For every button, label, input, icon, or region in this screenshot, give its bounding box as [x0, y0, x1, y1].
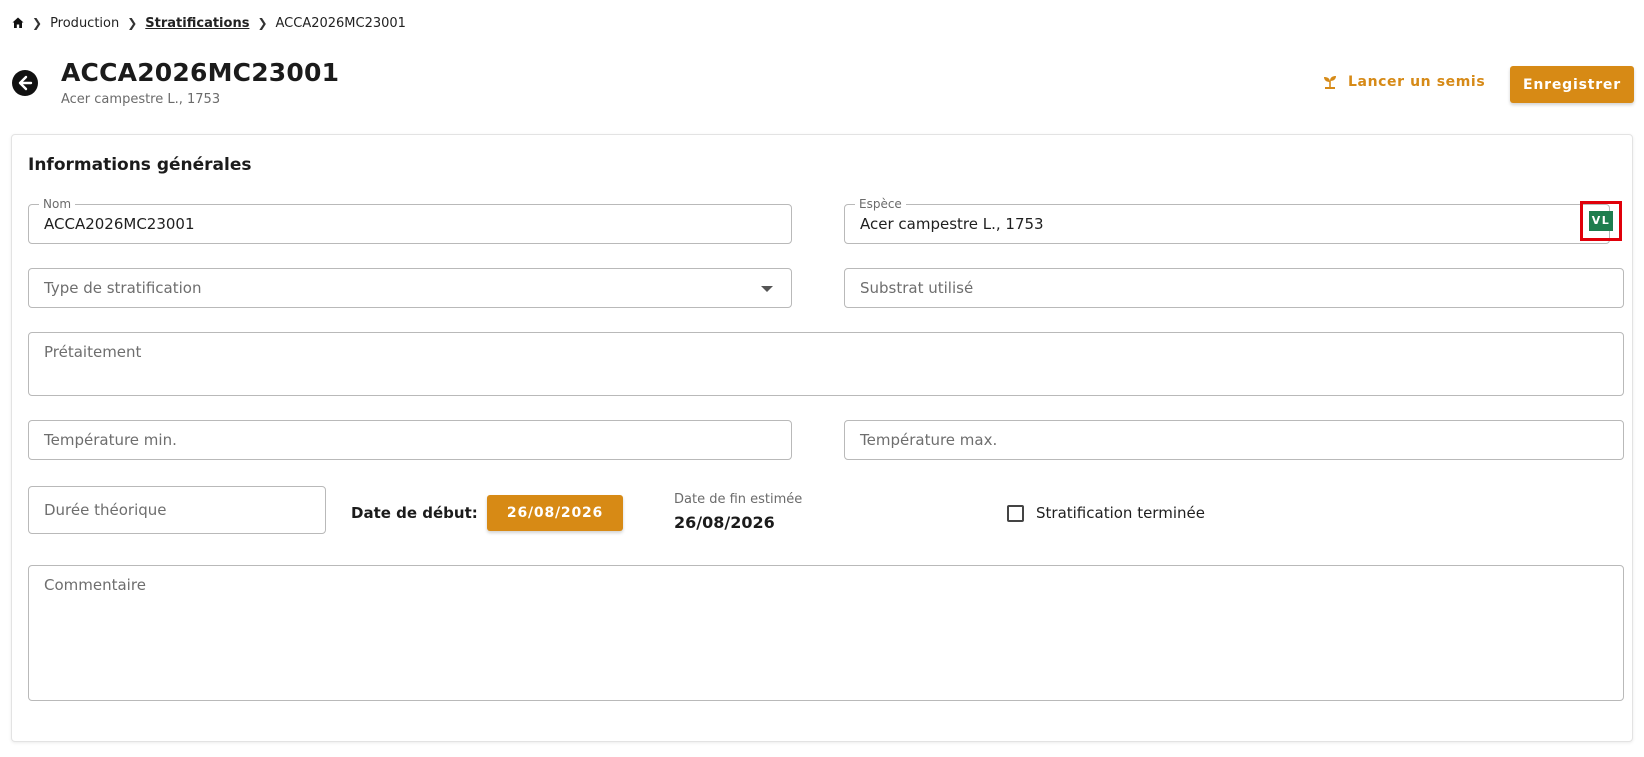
- breadcrumb-item-stratifications[interactable]: Stratifications: [145, 16, 249, 31]
- back-button[interactable]: [12, 70, 38, 96]
- temperature-min-field[interactable]: Température min.: [28, 420, 792, 460]
- duration-field[interactable]: Durée théorique: [28, 486, 326, 534]
- launch-sowing-label: Lancer un semis: [1348, 74, 1486, 90]
- substrate-field[interactable]: Substrat utilisé: [844, 268, 1624, 308]
- vl-badge-label: VL: [1588, 211, 1614, 231]
- temperature-min-placeholder: Température min.: [44, 431, 177, 449]
- species-field-label: Espèce: [855, 197, 906, 211]
- start-date-label: Date de début:: [351, 504, 478, 522]
- save-button[interactable]: Enregistrer: [1510, 66, 1634, 103]
- stratification-finished-label: Stratification terminée: [1036, 504, 1205, 522]
- name-field[interactable]: Nom ACCA2026MC23001: [28, 197, 792, 244]
- page-subtitle: Acer campestre L., 1753: [61, 92, 221, 107]
- comment-placeholder: Commentaire: [44, 576, 146, 594]
- section-title: Informations générales: [28, 155, 252, 175]
- species-field-value: Acer campestre L., 1753: [860, 215, 1044, 233]
- pretreatment-placeholder: Prétaitement: [44, 343, 142, 361]
- chevron-down-icon[interactable]: [761, 286, 773, 292]
- arrow-left-icon: [18, 75, 33, 91]
- page-title: ACCA2026MC23001: [61, 58, 340, 87]
- temperature-max-field[interactable]: Température max.: [844, 420, 1624, 460]
- species-field[interactable]: Espèce Acer campestre L., 1753: [844, 197, 1610, 244]
- vl-badge-button[interactable]: VL: [1580, 201, 1622, 241]
- home-icon[interactable]: [12, 17, 24, 29]
- name-field-label: Nom: [39, 197, 76, 211]
- general-info-card: Informations générales Nom ACCA2026MC230…: [11, 134, 1633, 742]
- launch-sowing-button[interactable]: Lancer un semis: [1322, 74, 1485, 90]
- duration-placeholder: Durée théorique: [44, 501, 167, 519]
- stratification-finished-checkbox[interactable]: [1007, 505, 1024, 522]
- stratification-type-select[interactable]: Type de stratification: [28, 268, 792, 308]
- breadcrumb-item-current: ACCA2026MC23001: [275, 15, 406, 31]
- chevron-right-icon: ❯: [257, 16, 268, 30]
- temperature-max-placeholder: Température max.: [860, 431, 998, 449]
- breadcrumb-item-production[interactable]: Production: [50, 16, 119, 31]
- seedling-icon: [1324, 76, 1336, 89]
- pretreatment-textarea[interactable]: Prétaitement: [28, 332, 1624, 396]
- end-date-label: Date de fin estimée: [674, 492, 803, 507]
- stratification-type-placeholder: Type de stratification: [44, 279, 202, 297]
- comment-textarea[interactable]: Commentaire: [28, 565, 1624, 701]
- end-date-value: 26/08/2026: [674, 513, 775, 532]
- substrate-placeholder: Substrat utilisé: [860, 279, 974, 297]
- chevron-right-icon: ❯: [127, 16, 138, 30]
- chevron-right-icon: ❯: [32, 16, 43, 30]
- breadcrumb: ❯ Production ❯ Stratifications ❯ ACCA202…: [12, 14, 406, 32]
- start-date-button[interactable]: 26/08/2026: [487, 495, 623, 531]
- name-field-value: ACCA2026MC23001: [44, 215, 195, 233]
